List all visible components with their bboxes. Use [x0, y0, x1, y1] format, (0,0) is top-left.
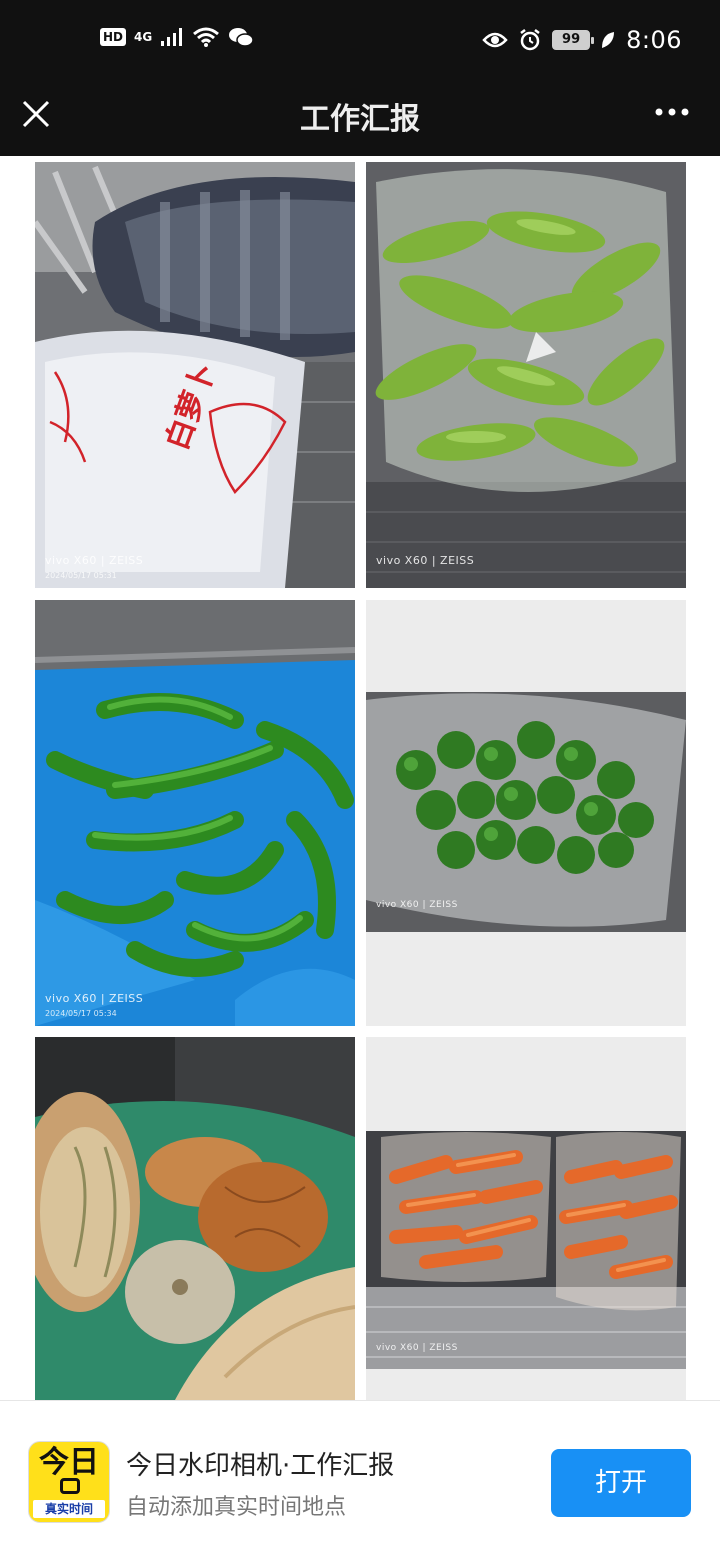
bell-pepper-photo-image — [366, 600, 686, 1026]
photo-date: 2024/05/17 05:31 — [45, 571, 117, 580]
leaf-icon — [602, 32, 615, 48]
photo-watermark: vivo X60 | ZEISS — [45, 554, 144, 567]
open-button[interactable]: 打开 — [551, 1449, 691, 1517]
app-icon-subtext: 真实时间 — [33, 1500, 105, 1518]
eye-icon — [482, 32, 508, 48]
photo-carrot[interactable]: vivo X60 | ZEISS — [366, 1037, 686, 1400]
pumpkin-photo-image — [35, 1037, 355, 1400]
app-name: 今日水印相机·工作汇报 — [126, 1451, 395, 1481]
photo-pumpkin[interactable] — [35, 1037, 355, 1400]
photo-squash[interactable]: vivo X60 | ZEISS — [366, 162, 686, 588]
photo-radish[interactable]: 白萝卜 vivo X60 | ZEISS 2024/05/17 05:31 — [35, 162, 355, 588]
photo-watermark: vivo X60 | ZEISS — [376, 1343, 458, 1353]
app-icon[interactable]: 今日 真实时间 — [28, 1441, 110, 1523]
wifi-icon — [193, 27, 220, 47]
battery-icon: 99 — [552, 30, 595, 50]
hd-icon: HD — [100, 28, 127, 46]
photo-grid: 白萝卜 vivo X60 | ZEISS 2024/05/17 05:31 vi… — [0, 156, 720, 1400]
photo-date: 2024/05/17 05:34 — [45, 1009, 117, 1018]
photo-bell-pepper[interactable]: vivo X60 | ZEISS — [366, 600, 686, 1026]
app-description: 自动添加真实时间地点 — [126, 1495, 347, 1520]
network-type: 4G — [134, 30, 153, 44]
photo-watermark: vivo X60 | ZEISS — [45, 992, 144, 1005]
alarm-icon — [520, 29, 540, 51]
page-title: 工作汇报 — [300, 102, 420, 137]
app-promo-banner: 今日 真实时间 今日水印相机·工作汇报 自动添加真实时间地点 打开 — [0, 1400, 720, 1560]
wechat-icon — [229, 28, 254, 47]
more-dots-icon[interactable] — [654, 102, 690, 122]
nav-bar: 工作汇报 — [0, 84, 720, 156]
photo-chili[interactable]: vivo X60 | ZEISS 2024/05/17 05:34 — [35, 600, 355, 1026]
photo-watermark: vivo X60 | ZEISS — [376, 554, 475, 567]
squash-photo-image — [366, 162, 686, 588]
photo-watermark: vivo X60 | ZEISS — [376, 900, 458, 910]
app-icon-text: 今日 — [39, 1445, 99, 1480]
camera-icon — [60, 1478, 80, 1494]
signal-icon — [161, 28, 183, 46]
status-right: 99 8:06 — [482, 26, 682, 54]
chili-photo-image — [35, 600, 355, 1026]
clock: 8:06 — [626, 26, 682, 54]
radish-photo-image: 白萝卜 — [35, 162, 355, 588]
status-left: HD 4G — [100, 26, 254, 48]
status-bar: HD 4G 99 8:06 — [0, 0, 720, 84]
